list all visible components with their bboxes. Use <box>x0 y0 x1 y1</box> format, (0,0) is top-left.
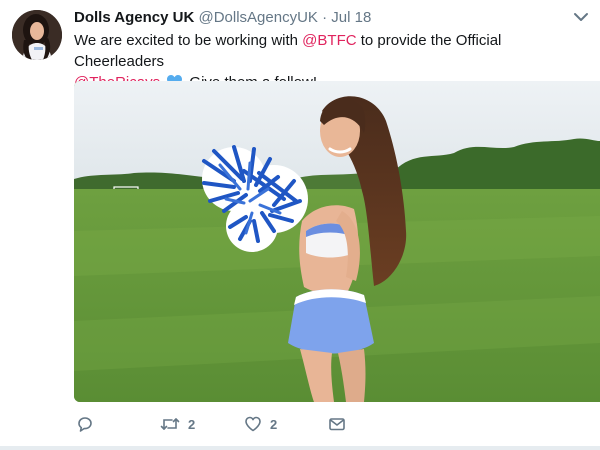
avatar[interactable] <box>12 10 62 60</box>
tweet-date[interactable]: Jul 18 <box>331 9 371 26</box>
tweet-card[interactable]: Dolls Agency UK @DollsAgencyUK · Jul 18 … <box>0 0 600 450</box>
tweet-actions-bar: 2 2 <box>74 411 474 437</box>
meta-separator: · <box>322 9 328 26</box>
mention-btfc-link[interactable]: @BTFC <box>302 32 356 49</box>
like-button[interactable]: 2 <box>244 411 277 437</box>
retweet-icon <box>160 415 180 433</box>
retweet-count: 2 <box>188 416 196 432</box>
avatar-image <box>12 10 62 60</box>
envelope-icon <box>328 415 346 433</box>
tweet-divider <box>0 446 600 450</box>
tweet-text-part-1: We are excited to be working with <box>74 32 303 49</box>
display-name[interactable]: Dolls Agency UK <box>74 9 194 26</box>
like-count: 2 <box>270 416 278 432</box>
cheerleader-photo-image <box>74 81 600 402</box>
heart-icon <box>244 415 262 433</box>
retweet-button[interactable]: 2 <box>160 411 195 437</box>
reply-button[interactable] <box>76 411 102 437</box>
tweet-photo[interactable] <box>74 81 600 402</box>
user-handle[interactable]: @DollsAgencyUK <box>198 9 317 26</box>
reply-icon <box>76 415 94 433</box>
tweet-header: Dolls Agency UK @DollsAgencyUK · Jul 18 <box>74 9 371 27</box>
more-options-caret-icon[interactable] <box>572 8 590 26</box>
direct-message-button[interactable] <box>328 411 346 437</box>
